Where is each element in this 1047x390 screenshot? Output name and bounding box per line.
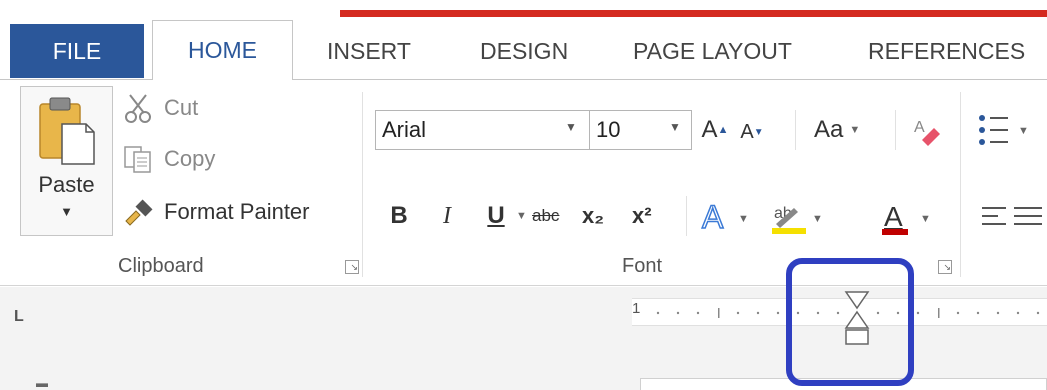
font-name-dropdown-arrow[interactable]: ▼: [565, 120, 577, 134]
paste-dropdown-arrow[interactable]: ▼: [20, 204, 113, 219]
brush-icon: [122, 196, 154, 228]
vertical-ruler-mark: ▬: [36, 376, 48, 390]
format-painter-label: Format Painter: [164, 199, 310, 224]
change-case-button[interactable]: Aa ▼: [814, 112, 860, 148]
font-size-dropdown-arrow[interactable]: ▼: [669, 120, 681, 134]
divider: [895, 110, 896, 150]
group-divider: [362, 92, 363, 277]
font-color-icon[interactable]: A ▼: [880, 198, 940, 241]
ruler-number: 1: [632, 300, 641, 317]
superscript-button[interactable]: x²: [632, 198, 652, 234]
copy-label: Copy: [164, 146, 216, 171]
divider: [686, 196, 687, 236]
copy-button[interactable]: Copy: [122, 143, 215, 175]
accent-line: [340, 10, 1047, 17]
align-left-icon[interactable]: [982, 206, 1042, 237]
divider: [795, 110, 796, 150]
clipboard-dialog-launcher[interactable]: ↘: [345, 260, 359, 274]
bold-button[interactable]: B: [385, 198, 413, 234]
svg-text:▼: ▼: [1018, 125, 1029, 137]
svg-text:▼: ▼: [738, 213, 749, 225]
subscript-button[interactable]: x₂: [582, 198, 604, 234]
change-case-label: Aa: [814, 116, 844, 143]
tab-references[interactable]: REFERENCES: [868, 24, 1025, 78]
svg-text:A: A: [914, 119, 925, 136]
group-divider: [960, 92, 961, 277]
tab-home[interactable]: HOME: [152, 20, 293, 80]
underline-button[interactable]: U: [482, 198, 510, 234]
format-painter-button[interactable]: Format Painter: [122, 196, 310, 228]
tab-design[interactable]: DESIGN: [480, 24, 568, 78]
scissors-icon: [122, 92, 154, 124]
clipboard-icon: [38, 94, 96, 171]
text-effects-icon[interactable]: A ▼: [700, 198, 754, 239]
svg-text:A: A: [884, 201, 903, 232]
shrink-font-button[interactable]: A ▼: [738, 116, 766, 148]
tab-file[interactable]: FILE: [10, 24, 144, 78]
underline-dropdown-arrow[interactable]: ▼: [516, 210, 527, 222]
tab-page-layout[interactable]: PAGE LAYOUT: [633, 24, 792, 78]
tab-insert[interactable]: INSERT: [327, 24, 411, 78]
svg-text:▼: ▼: [920, 213, 931, 225]
font-name-box[interactable]: Arial: [375, 110, 590, 150]
bullets-icon[interactable]: ▼: [978, 112, 1038, 153]
highlight-color-icon[interactable]: ab ▼: [770, 198, 824, 241]
grow-font-button[interactable]: A ▲: [700, 112, 730, 148]
font-dialog-launcher[interactable]: ↘: [938, 260, 952, 274]
clipboard-group-label: Clipboard: [118, 255, 204, 277]
highlight-annotation-box: [786, 258, 914, 386]
svg-text:A: A: [702, 199, 724, 234]
strikethrough-button[interactable]: abc: [532, 198, 559, 234]
tab-selector[interactable]: L: [14, 308, 24, 326]
copy-icon: [122, 143, 154, 175]
svg-text:▼: ▼: [812, 213, 823, 225]
paste-label: Paste: [38, 172, 95, 197]
change-case-arrow: ▼: [849, 124, 861, 136]
font-group-label: Font: [622, 255, 663, 277]
cut-button[interactable]: Cut: [122, 92, 198, 124]
italic-button[interactable]: I: [433, 198, 461, 234]
cut-label: Cut: [164, 95, 199, 120]
eraser-icon[interactable]: A: [912, 114, 942, 151]
